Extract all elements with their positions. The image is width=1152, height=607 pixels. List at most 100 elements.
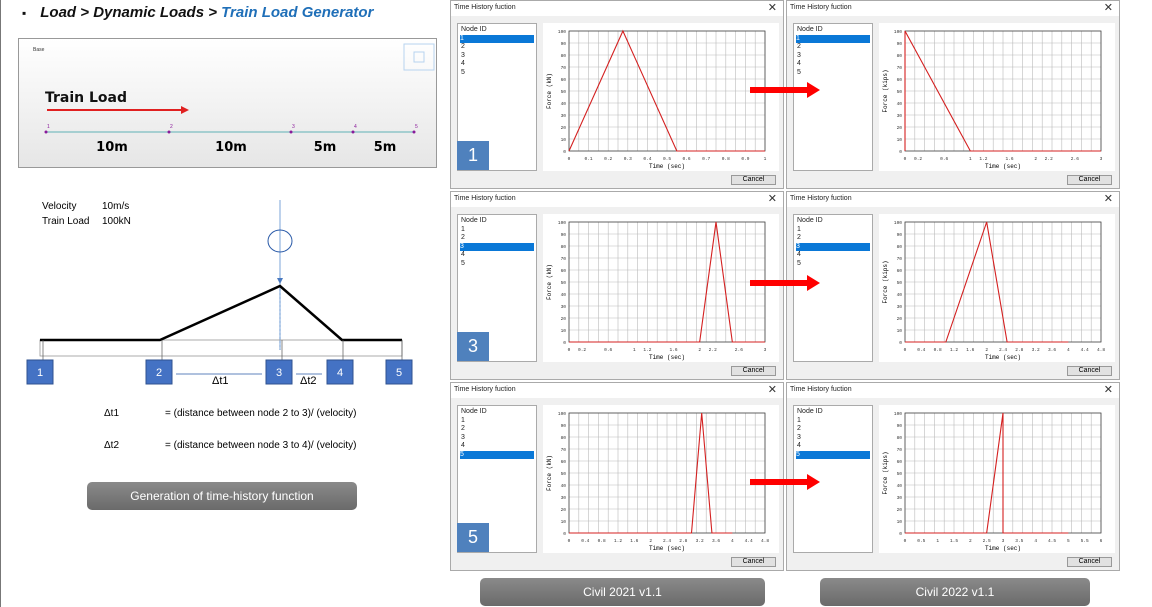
list-item[interactable]: 3 <box>461 52 533 61</box>
list-header: Node ID <box>461 408 487 415</box>
y-tick-label: 70 <box>561 447 567 453</box>
list-item[interactable]: 3 <box>460 242 534 251</box>
y-tick-label: 50 <box>897 89 903 95</box>
breadcrumb-path: Load > Dynamic Loads > <box>40 4 222 21</box>
x-tick-label: 0.8 <box>722 156 730 162</box>
list-item[interactable]: 5 <box>797 260 869 269</box>
y-tick-label: 10 <box>561 328 567 334</box>
x-tick-label: 2.6 <box>1071 156 1079 162</box>
list-item[interactable]: 1 <box>796 34 870 43</box>
y-tick-label: 0 <box>899 340 902 346</box>
list-item[interactable]: 2 <box>461 234 533 243</box>
load-value: 100kN <box>102 216 131 227</box>
x-tick-label: 5 <box>1067 538 1070 544</box>
list-item[interactable]: 5 <box>460 450 534 459</box>
list-item[interactable]: 4 <box>797 251 869 260</box>
x-tick-label: 0 <box>904 538 907 544</box>
eq2-label: Δt2 <box>104 440 119 451</box>
x-tick-label: 0.2 <box>604 156 612 162</box>
model-node-label: 2 <box>170 124 173 130</box>
chart-svg: 0 10 20 30 40 50 60 70 80 90 100 0 0.2 0.6 1 1.2 1.6 2 2.2… <box>546 220 767 361</box>
eq1-label: Δt1 <box>104 408 119 419</box>
list-item[interactable]: 4 <box>797 60 869 69</box>
model-node <box>412 130 416 134</box>
y-tick-label: 40 <box>561 292 567 298</box>
cancel-button[interactable]: Cancel <box>1067 175 1112 185</box>
x-tick-label: 0.3 <box>624 156 632 162</box>
y-axis-label: Force (kips) <box>882 69 889 112</box>
cancel-button[interactable]: Cancel <box>1067 366 1112 376</box>
x-tick-label: 4.8 <box>1097 347 1105 353</box>
node-box-label: 3 <box>276 367 282 379</box>
list-item[interactable]: 1 <box>461 417 533 426</box>
list-item[interactable]: 4 <box>461 442 533 451</box>
x-tick-label: 0.8 <box>934 347 942 353</box>
list-item[interactable]: 2 <box>461 425 533 434</box>
list-item[interactable]: 4 <box>461 251 533 260</box>
close-icon[interactable]: ✕ <box>768 383 777 396</box>
y-tick-label: 100 <box>558 220 566 226</box>
model-node-label: 1 <box>47 124 50 130</box>
close-icon[interactable]: ✕ <box>1104 383 1113 396</box>
close-icon[interactable]: ✕ <box>768 192 777 205</box>
load-label: Train Load <box>42 216 89 227</box>
list-item[interactable]: 5 <box>797 69 869 78</box>
model-node <box>351 130 355 134</box>
close-icon[interactable]: ✕ <box>1104 1 1113 14</box>
y-tick-label: 0 <box>563 340 566 346</box>
y-tick-label: 80 <box>561 435 567 441</box>
list-item[interactable]: 1 <box>797 226 869 235</box>
list-item[interactable]: 2 <box>797 425 869 434</box>
comparison-arrow-icon <box>750 275 820 291</box>
close-icon[interactable]: ✕ <box>768 1 777 14</box>
force-time-chart: 0 10 20 30 40 50 60 70 80 90 100 0 0.5 1 1.5 2 2.5 3 3.5 4 4… <box>879 405 1115 553</box>
list-item[interactable]: 5 <box>461 69 533 78</box>
x-tick-label: 1.5 <box>950 538 958 544</box>
list-item[interactable]: 3 <box>797 52 869 61</box>
list-item[interactable]: 4 <box>797 442 869 451</box>
x-tick-label: 1.2 <box>643 347 651 353</box>
list-item[interactable]: 3 <box>797 434 869 443</box>
cancel-button[interactable]: Cancel <box>731 175 776 185</box>
view-cube-icon[interactable] <box>403 43 435 71</box>
list-item[interactable]: 1 <box>797 417 869 426</box>
close-icon[interactable]: ✕ <box>1104 192 1113 205</box>
y-tick-label: 20 <box>897 316 903 322</box>
y-tick-label: 10 <box>897 137 903 143</box>
dialog-titlebar: Time History fuction ✕ <box>787 1 1119 16</box>
list-item[interactable]: 1 <box>460 34 534 43</box>
y-axis-label: Force (kips) <box>882 451 889 494</box>
time-history-dialog: Time History fuction ✕ Node ID 1 2 3 4 5 3 0 10… <box>450 191 784 380</box>
list-item[interactable]: 2 <box>797 234 869 243</box>
list-item[interactable]: 2 <box>797 43 869 52</box>
list-item[interactable]: 4 <box>461 60 533 69</box>
span-label: 5m <box>314 140 337 155</box>
chart-svg: 0 10 20 30 40 50 60 70 80 90 100 0 0.2 0.6 1 1.2 1.6 2 2.2… <box>882 29 1103 170</box>
list-header: Node ID <box>797 408 823 415</box>
dialog-titlebar: Time History fuction ✕ <box>451 192 783 207</box>
x-tick-label: 1 <box>633 347 636 353</box>
cancel-button[interactable]: Cancel <box>1067 557 1112 567</box>
breadcrumb-current: Train Load Generator <box>221 4 374 21</box>
list-header: Node ID <box>461 26 487 33</box>
step-badge: 1 <box>457 141 489 170</box>
x-tick-label: 1.2 <box>979 156 987 162</box>
x-tick-label: 0.6 <box>940 156 948 162</box>
x-tick-label: 3 <box>1100 156 1103 162</box>
chart-svg: 0 10 20 30 40 50 60 70 80 90 100 0 0.1 0.2 0.3 0.4 0.5 0.… <box>546 29 767 170</box>
version-2022-button[interactable]: Civil 2022 v1.1 <box>820 578 1090 606</box>
list-item[interactable]: 2 <box>461 43 533 52</box>
velocity-label: Velocity <box>42 201 76 212</box>
generate-button[interactable]: Generation of time-history function <box>87 482 357 510</box>
list-item[interactable]: 5 <box>461 260 533 269</box>
version-2021-button[interactable]: Civil 2021 v1.1 <box>480 578 765 606</box>
list-item[interactable]: 5 <box>796 450 870 459</box>
x-tick-label: 0 <box>904 347 907 353</box>
x-axis-label: Time (sec) <box>649 163 685 170</box>
list-item[interactable]: 1 <box>461 226 533 235</box>
list-item[interactable]: 3 <box>461 434 533 443</box>
cancel-button[interactable]: Cancel <box>731 366 776 376</box>
cancel-button[interactable]: Cancel <box>731 557 776 567</box>
time-history-dialog: Time History fuction ✕ Node ID 1 2 3 4 5 0 10 20… <box>786 382 1120 571</box>
list-item[interactable]: 3 <box>796 242 870 251</box>
